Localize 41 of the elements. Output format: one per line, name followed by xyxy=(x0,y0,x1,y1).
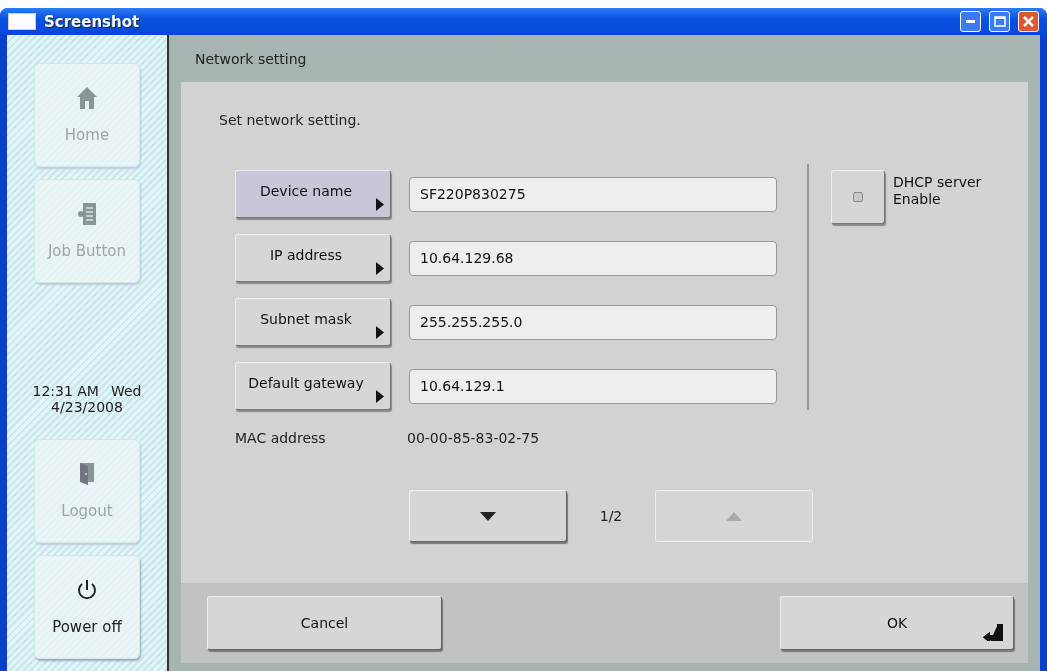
dhcp-checkbox[interactable] xyxy=(831,170,885,224)
dhcp-label: DHCP server Enable xyxy=(893,174,982,208)
close-icon xyxy=(1023,16,1034,27)
setting-field[interactable]: 255.255.255.0 xyxy=(409,304,777,340)
page-down-button[interactable] xyxy=(409,490,567,542)
triangle-down-icon xyxy=(480,511,496,521)
clock-time: 12:31 AM xyxy=(32,383,99,399)
ok-button[interactable]: OK xyxy=(780,596,1014,650)
triangle-up-icon xyxy=(726,511,742,521)
window-title: Screenshot xyxy=(44,12,141,31)
clock-weekday: Wed xyxy=(110,383,142,399)
door-icon xyxy=(78,462,96,486)
mac-value: 00-00-85-83-02-75 xyxy=(407,430,540,446)
setting-button[interactable]: Default gateway xyxy=(235,362,391,410)
house-icon xyxy=(76,86,98,110)
triangle-right-icon xyxy=(376,198,384,211)
power-icon xyxy=(76,578,98,602)
document-icon xyxy=(77,202,97,226)
window-icon xyxy=(8,13,36,30)
triangle-right-icon xyxy=(376,326,384,339)
triangle-right-icon xyxy=(376,262,384,275)
maximize-button[interactable] xyxy=(989,11,1010,32)
setting-field[interactable]: 10.64.129.1 xyxy=(409,368,777,404)
cancel-button[interactable]: Cancel xyxy=(207,596,442,650)
setting-button[interactable]: IP address xyxy=(235,234,391,282)
minimize-icon xyxy=(966,19,975,24)
panel-title: Network setting xyxy=(195,50,307,67)
setting-field[interactable]: 10.64.129.68 xyxy=(409,240,777,276)
page-indicator: 1/2 xyxy=(598,508,624,524)
setting-field[interactable]: SF220P830275 xyxy=(409,176,777,212)
enter-icon xyxy=(983,624,1003,641)
setting-button[interactable]: Device name xyxy=(235,170,391,218)
setting-button[interactable]: Subnet mask xyxy=(235,298,391,346)
triangle-right-icon xyxy=(376,390,384,403)
power-off-button[interactable]: Power off xyxy=(34,555,140,659)
instruction-text: Set network setting. xyxy=(219,112,361,128)
close-button[interactable] xyxy=(1018,11,1039,32)
maximize-icon xyxy=(993,16,1006,27)
clock-date: 4/23/2008 xyxy=(51,399,123,415)
mac-label: MAC address xyxy=(235,430,327,446)
minimize-button[interactable] xyxy=(960,11,981,32)
